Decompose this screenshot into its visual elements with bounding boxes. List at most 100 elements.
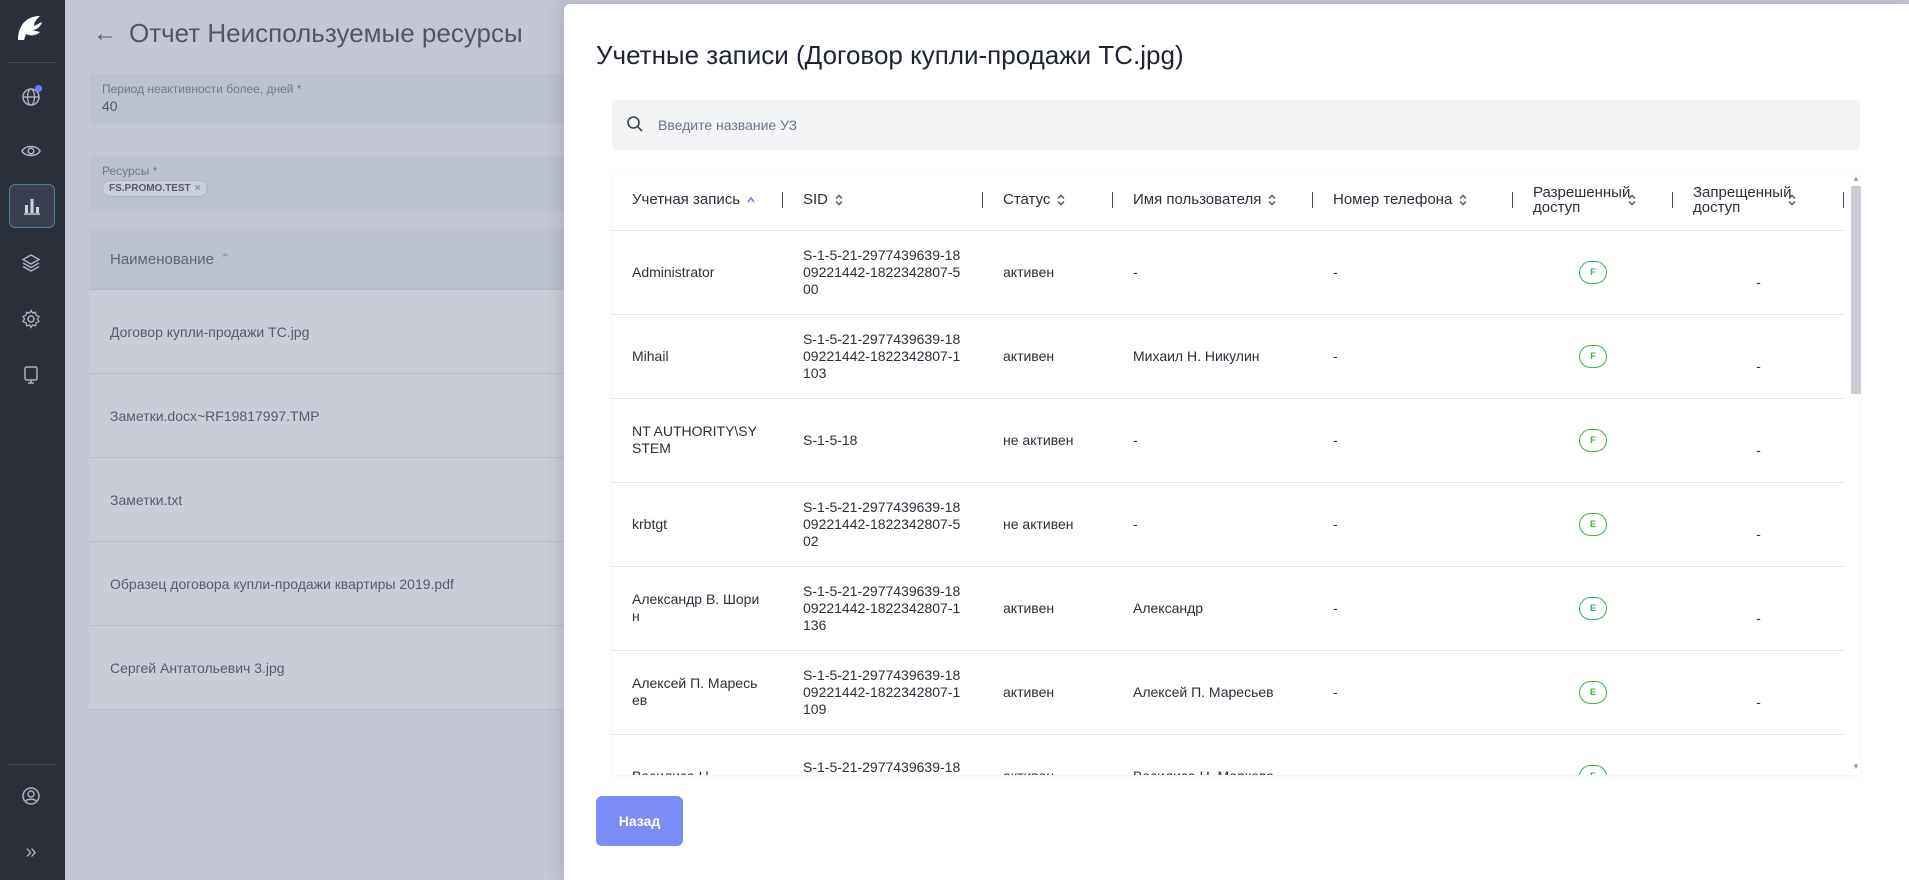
sort-icon[interactable] — [1627, 193, 1637, 207]
table-row[interactable]: NT AUTHORITY\SYSTEM S-1-5-18 не активен - - F… — [612, 398, 1844, 483]
column-header-content: Статус — [1003, 191, 1093, 208]
sid-cell: S-1-5-21-2977439639-1809221442-182234280… — [783, 314, 983, 399]
back-button[interactable]: Назад — [596, 796, 683, 846]
layers-icon — [21, 254, 41, 272]
denied-access-value: - — [1756, 273, 1761, 290]
expand-sidebar-button[interactable]: » — [14, 835, 48, 869]
sidebar-item-globe[interactable] — [14, 80, 48, 114]
eye-icon — [21, 145, 41, 157]
denied-access-cell: - — [1673, 482, 1844, 567]
column-header[interactable]: Запрещенный доступ — [1673, 170, 1844, 231]
username-cell: - — [1113, 398, 1313, 483]
column-header-label: Имя пользователя — [1133, 191, 1262, 209]
sort-icon[interactable] — [1787, 193, 1797, 207]
column-header-content: Имя пользователя — [1133, 191, 1293, 208]
access-badge[interactable]: E — [1579, 512, 1607, 536]
status-cell: не активен — [983, 398, 1113, 483]
table-row[interactable]: Алексей П. Маресьев S-1-5-21-2977439639-1… — [612, 650, 1844, 735]
sidebar-divider-bottom — [8, 764, 56, 765]
user-icon — [22, 787, 40, 805]
column-header[interactable]: SID — [783, 170, 983, 231]
scroll-down-icon[interactable]: ▼ — [1852, 762, 1860, 771]
sidebar-item-profile[interactable] — [14, 779, 48, 813]
status-cell: активен — [983, 734, 1113, 775]
sort-asc-icon[interactable] — [746, 193, 756, 207]
sid-cell: S-1-5-21-2977439639-1809221442-182234280… — [783, 650, 983, 735]
accounts-table-header: Учетная запись SID Статус Имя пользователя Н… — [612, 170, 1844, 231]
sidebar-item-terminal[interactable] — [14, 358, 48, 392]
status-cell: активен — [983, 230, 1113, 315]
username-cell: Василиса Н. Маркова — [1113, 734, 1313, 775]
terminal-icon — [24, 366, 38, 384]
denied-access-cell: - — [1673, 566, 1844, 651]
allowed-access-cell: E — [1513, 734, 1673, 775]
scroll-up-icon[interactable]: ▲ — [1852, 174, 1860, 183]
allowed-access-cell: E — [1513, 482, 1673, 567]
sid-cell: S-1-5-21-2977439639-1809221442-182234280… — [783, 482, 983, 567]
username-cell: - — [1113, 230, 1313, 315]
column-resize-handle[interactable] — [1843, 192, 1844, 208]
table-row[interactable]: krbtgt S-1-5-21-2977439639-1809221442-182… — [612, 482, 1844, 567]
username-cell: Александр — [1113, 566, 1313, 651]
table-scrollbar[interactable]: ▲ ▼ — [1850, 170, 1861, 775]
access-badge[interactable]: E — [1579, 680, 1607, 704]
account-search-input[interactable] — [658, 100, 1838, 150]
username-cell: Михаил Н. Никулин — [1113, 314, 1313, 399]
accounts-table: Учетная запись SID Статус Имя пользователя Н… — [612, 170, 1844, 775]
column-header-content: Разрешенный доступ — [1533, 185, 1653, 215]
column-header-content: SID — [803, 191, 963, 208]
sort-icon[interactable] — [1458, 193, 1468, 207]
sidebar-item-settings[interactable] — [14, 302, 48, 336]
table-row[interactable]: Василиса Н.S-1-5-21-2977439639-180922144… — [612, 734, 1844, 775]
column-header[interactable]: Статус — [983, 170, 1113, 231]
sid-cell: S-1-5-21-2977439639-1809221442-182234280… — [783, 566, 983, 651]
column-header-content: Запрещенный доступ — [1693, 185, 1824, 215]
denied-access-cell — [1673, 734, 1844, 775]
phone-cell: - — [1313, 230, 1513, 315]
access-badge[interactable]: F — [1579, 344, 1607, 368]
sidebar: » — [0, 0, 65, 880]
denied-access-value: - — [1756, 693, 1761, 710]
access-badge[interactable]: E — [1579, 596, 1607, 620]
column-header-label: Учетная запись — [632, 191, 741, 209]
phone-cell: - — [1313, 566, 1513, 651]
sort-icon[interactable] — [1056, 193, 1066, 207]
allowed-access-cell: F — [1513, 314, 1673, 399]
sid-cell: S-1-5-18 — [783, 398, 983, 483]
app-logo-icon[interactable] — [12, 12, 52, 44]
table-row[interactable]: Mihail S-1-5-21-2977439639-1809221442-182… — [612, 314, 1844, 399]
username-cell: - — [1113, 482, 1313, 567]
sidebar-item-layers[interactable] — [14, 246, 48, 280]
sidebar-item-reports[interactable] — [9, 184, 55, 228]
search-icon — [627, 116, 643, 132]
table-row[interactable]: Александр В. Шорин S-1-5-21-2977439639-18… — [612, 566, 1844, 651]
phone-cell: - — [1313, 482, 1513, 567]
column-header-label: Запрещенный доступ — [1693, 183, 1792, 216]
account-cell: Алексей П. Маресьев — [612, 650, 783, 735]
access-badge[interactable]: F — [1579, 260, 1607, 284]
allowed-access-cell: E — [1513, 650, 1673, 735]
table-row[interactable]: Administrator S-1-5-21-2977439639-1809221… — [612, 230, 1844, 315]
account-cell: Василиса Н. — [612, 734, 783, 775]
column-header[interactable]: Учетная запись — [612, 170, 783, 231]
column-header[interactable]: Имя пользователя — [1113, 170, 1313, 231]
denied-access-value: - — [1756, 357, 1761, 374]
sidebar-item-eye[interactable] — [14, 134, 48, 168]
column-header-content: Номер телефона — [1333, 191, 1493, 208]
sort-icon[interactable] — [1267, 193, 1277, 207]
phone-cell: - — [1313, 398, 1513, 483]
denied-access-value: - — [1756, 525, 1761, 542]
scrollbar-thumb[interactable] — [1851, 186, 1861, 394]
sort-icon[interactable] — [834, 193, 844, 207]
modal-title: Учетные записи (Договор купли-продажи ТС… — [596, 40, 1184, 70]
column-header[interactable]: Номер телефона — [1313, 170, 1513, 231]
allowed-access-cell: F — [1513, 398, 1673, 483]
access-badge[interactable]: E — [1579, 764, 1607, 775]
access-badge[interactable]: F — [1579, 428, 1607, 452]
column-header-label: Номер телефона — [1333, 191, 1453, 209]
phone-cell: - — [1313, 650, 1513, 735]
account-cell: NT AUTHORITY\SYSTEM — [612, 398, 783, 483]
column-header[interactable]: Разрешенный доступ — [1513, 170, 1673, 231]
notification-dot — [35, 85, 42, 92]
sid-cell: S-1-5-21-2977439639-1809221442- — [783, 734, 983, 775]
